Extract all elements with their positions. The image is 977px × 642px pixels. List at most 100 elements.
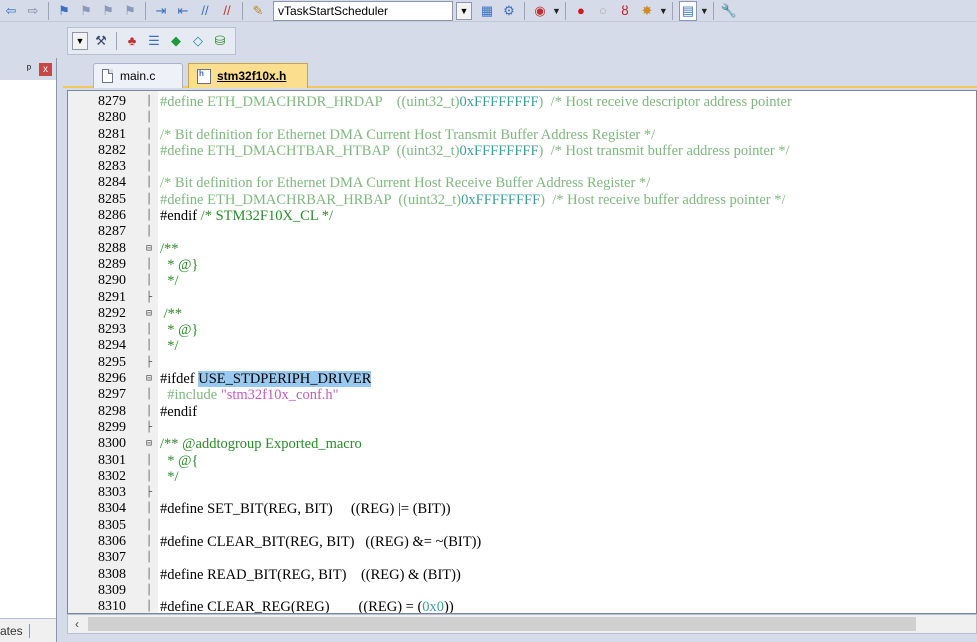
bookmark-next-icon[interactable]: ⚑ (99, 1, 117, 21)
code-line[interactable]: 8296 ⊟ #ifdef USE_STDPERIPH_DRIVER (68, 371, 976, 388)
horizontal-scrollbar[interactable]: ‹ (67, 614, 977, 634)
line-number: 8300 (98, 436, 126, 452)
line-number: 8306 (98, 534, 126, 550)
code-line[interactable]: 8285 │ #define ETH_DMACHRBAR_HRBAP ((uint3… (68, 191, 976, 208)
code-editor[interactable]: 8279 │ #define ETH_DMACHRDR_HRDAP ((uint32… (67, 90, 977, 614)
select-packs-icon[interactable]: ◇ (189, 31, 207, 51)
incremental-find-icon[interactable]: ▦ (478, 1, 496, 21)
code-line[interactable]: 8283 │ (68, 159, 976, 175)
code-line[interactable]: 8290 │ */ (68, 273, 976, 289)
target-options-icon[interactable]: ⚒ (92, 31, 110, 51)
fold-toggle-icon[interactable]: ⊟ (146, 436, 157, 452)
indent-icon[interactable]: ⇥ (152, 1, 170, 21)
find-in-files-icon[interactable]: ✎ (249, 1, 267, 21)
code-line[interactable]: 8282 │ #define ETH_DMACHTBAR_HTBAP ((uint3… (68, 142, 976, 159)
scrollbar-thumb[interactable] (88, 617, 916, 631)
configure-icon[interactable]: 🔧 (720, 1, 738, 21)
chevron-down-icon[interactable]: ▼ (700, 6, 709, 16)
bookmark-toggle-icon[interactable]: ⚑ (55, 1, 73, 21)
line-number: 8282 (98, 142, 126, 158)
manage-components-icon[interactable]: ⛁ (211, 31, 229, 51)
bookmark-clear-icon[interactable]: ⚑ (121, 1, 139, 21)
manage-project-icon[interactable]: ♣ (123, 31, 141, 51)
pack-installer-icon[interactable]: ◆ (167, 31, 185, 51)
file-extensions-icon[interactable]: ☰ (145, 31, 163, 51)
function-combo-dropdown[interactable]: ▼ (456, 1, 472, 20)
nav-forward-icon[interactable]: ⇨ (24, 1, 42, 21)
code-line[interactable]: 8288 ⊟/** (68, 241, 976, 257)
tab-separator (28, 623, 30, 638)
code-line[interactable]: 8298 │ #endif (68, 404, 976, 420)
code-line[interactable]: 8289 │ * @} (68, 256, 976, 273)
fold-guide: ├ (146, 421, 153, 433)
fold-toggle-icon[interactable]: ⊟ (146, 306, 157, 322)
line-number: 8309 (98, 582, 126, 598)
code-line[interactable]: 8304 │ #define SET_BIT(REG, BIT) ((REG) |=… (68, 501, 976, 517)
line-number: 8290 (98, 273, 126, 289)
code-line[interactable]: 8284 │ /* Bit definition for Ethernet DMA … (68, 175, 976, 191)
line-number: 8280 (98, 110, 126, 126)
scroll-left-icon[interactable]: ‹ (68, 617, 86, 631)
close-icon[interactable]: x (39, 62, 52, 76)
code-text: * @{ (160, 452, 199, 469)
window-layout-icon[interactable]: ▤ (678, 0, 697, 21)
comment-icon[interactable]: // (196, 1, 214, 21)
code-line[interactable]: 8281 │ /* Bit definition for Ethernet DMA … (68, 127, 976, 143)
code-line[interactable]: 8301 │ * @{ (68, 452, 976, 469)
fold-toggle-icon[interactable]: ⊟ (146, 371, 157, 387)
line-number: 8285 (98, 191, 126, 207)
tab-main-c[interactable]: main.c (93, 63, 183, 88)
code-line[interactable]: 8287 │ (68, 224, 976, 240)
code-line[interactable]: 8308 │ #define READ_BIT(REG, BIT) ((REG) &… (68, 567, 976, 583)
fold-guide: │ (146, 128, 153, 140)
project-panel-header: ᵖ x (0, 58, 56, 80)
code-line[interactable]: 8280 │ (68, 110, 976, 126)
breakpoint-enable-icon[interactable]: ○ (594, 1, 612, 21)
code-line[interactable]: 8294 │ */ (68, 338, 976, 354)
start-debug-icon[interactable]: ◉ (531, 1, 549, 21)
bookmark-prev-icon[interactable]: ⚑ (77, 1, 95, 21)
nav-back-icon[interactable]: ⇦ (2, 1, 20, 21)
fold-guide: │ (146, 177, 153, 189)
unindent-icon[interactable]: ⇤ (174, 1, 192, 21)
code-line[interactable]: 8309 │ (68, 582, 976, 599)
code-line[interactable]: 8279 │ #define ETH_DMACHRDR_HRDAP ((uint32… (68, 94, 976, 110)
code-line[interactable]: 8293 │ * @} (68, 322, 976, 338)
tab-label: stm32f10x.h (217, 69, 287, 83)
breakpoint-insert-icon[interactable]: ● (572, 1, 590, 21)
code-line[interactable]: 8310 │ #define CLEAR_REG(REG) ((REG) = (0x… (68, 599, 976, 614)
code-line[interactable]: 8291 ├ (68, 290, 976, 306)
code-line[interactable]: 8307 │ (68, 550, 976, 566)
panel-tab-templates[interactable]: ates (0, 624, 23, 638)
toolbar-separator (712, 1, 714, 20)
fold-guide: │ (146, 193, 153, 205)
breakpoint-disable-icon[interactable]: ȣ (616, 1, 634, 21)
code-line[interactable]: 8300 ⊟/** @addtogroup Exported_macro (68, 436, 976, 453)
code-line[interactable]: 8286 │ #endif /* STM32F10X_CL */ (68, 208, 976, 224)
uncomment-icon[interactable]: // (218, 1, 236, 21)
fold-guide: │ (146, 226, 153, 238)
code-line[interactable]: 8292 ⊟ /** (68, 306, 976, 322)
tab-stm32f10x-h[interactable]: h stm32f10x.h (188, 63, 308, 88)
code-line[interactable]: 8299 ├ (68, 420, 976, 436)
code-line[interactable]: 8302 │ */ (68, 469, 976, 485)
code-line[interactable]: 8295 ├ (68, 355, 976, 371)
code-line[interactable]: 8305 │ (68, 518, 976, 534)
pin-icon[interactable]: ᵖ (27, 63, 31, 75)
function-combo[interactable]: vTaskStartScheduler (273, 0, 453, 21)
code-text: /** @addtogroup Exported_macro (160, 436, 362, 453)
chevron-down-icon[interactable]: ▼ (552, 6, 561, 16)
code-text: #include "stm32f10x_conf.h" (160, 387, 339, 404)
chevron-down-icon[interactable]: ▼ (659, 6, 668, 16)
code-line[interactable]: 8297 │ #include "stm32f10x_conf.h" (68, 387, 976, 404)
debug-session-icon[interactable]: ⚙ (500, 1, 518, 21)
c-file-icon (102, 69, 113, 83)
code-line[interactable]: 8306 │ #define CLEAR_BIT(REG, BIT) ((REG) … (68, 534, 976, 550)
fold-toggle-icon[interactable]: ⊟ (146, 241, 157, 257)
target-dropdown[interactable]: ▼ (72, 32, 88, 50)
code-line[interactable]: 8303 ├ (68, 485, 976, 501)
line-number: 8289 (98, 256, 126, 272)
toolbar-separator (524, 1, 525, 20)
breakpoint-kill-icon[interactable]: ✸ (638, 1, 656, 21)
code-text: #define CLEAR_REG(REG) ((REG) = (0x0)) (160, 599, 454, 614)
